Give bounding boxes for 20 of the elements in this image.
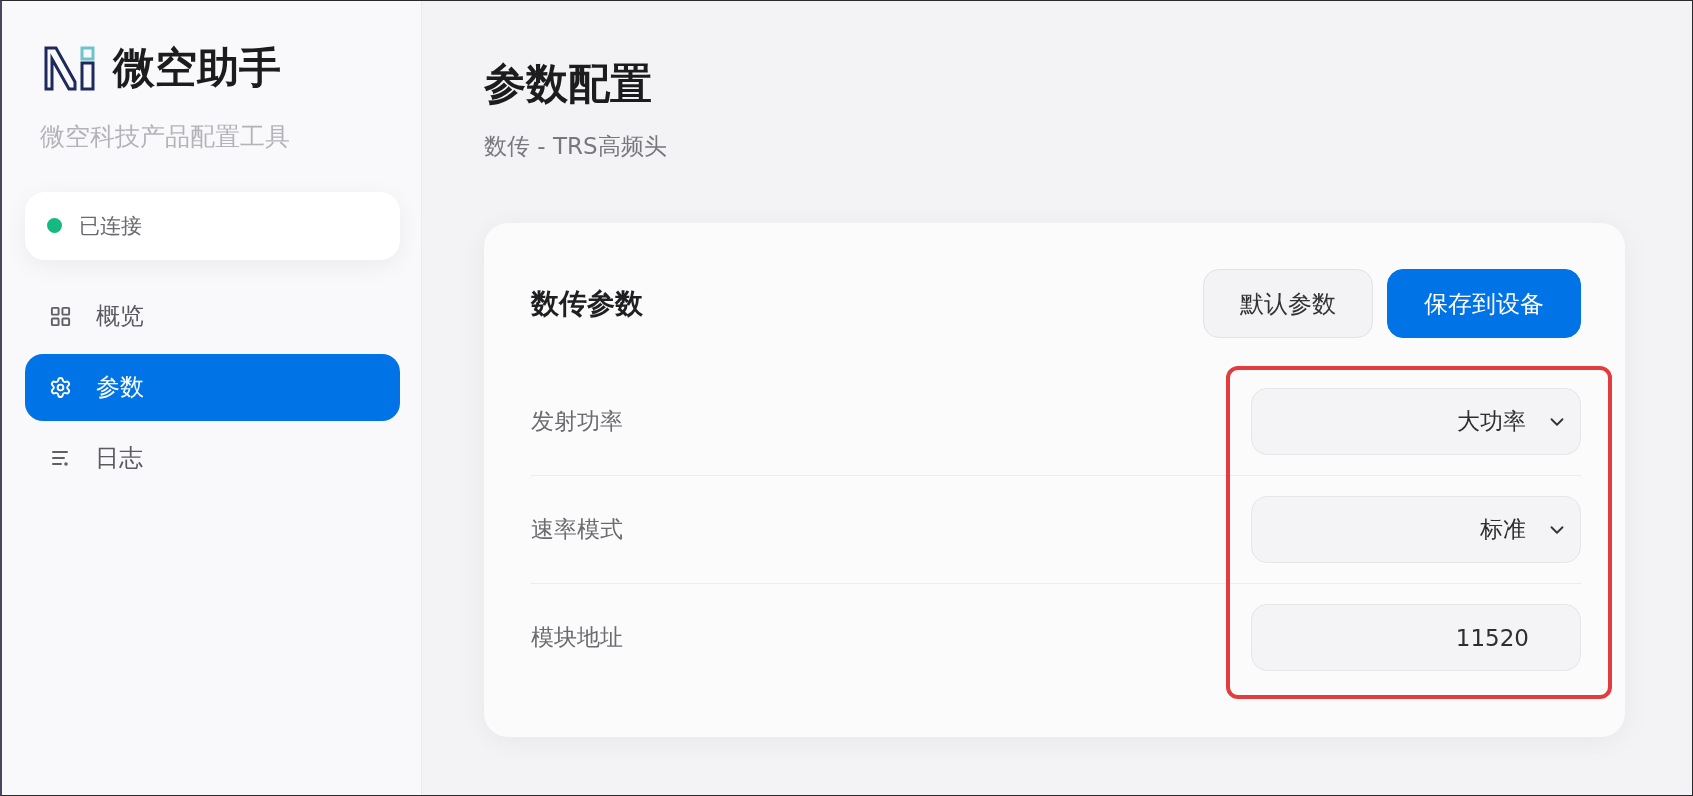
nav-item[interactable]: 概览 — [25, 282, 400, 350]
field-label: 速率模式 — [531, 515, 623, 545]
nav-item[interactable]: 参数 — [25, 353, 400, 421]
input-field[interactable]: 11520 — [1251, 604, 1581, 672]
save-button[interactable]: 保存到设备 — [1387, 269, 1581, 339]
app-subtitle: 微空科技产品配置工具 — [39, 121, 291, 154]
card-title: 数传参数 — [531, 285, 643, 322]
field-label: 模块地址 — [531, 623, 623, 653]
field-label: 发射功率 — [531, 407, 623, 437]
nav-item[interactable]: 日志 — [25, 424, 400, 492]
logo-icon — [44, 45, 95, 91]
default-button[interactable]: 默认参数 — [1203, 269, 1373, 339]
settings-icon — [49, 375, 72, 399]
page-title: 参数配置 — [484, 58, 653, 110]
select-field[interactable]: 大功率 — [1251, 388, 1581, 456]
grid-icon — [49, 304, 72, 328]
page-subtitle: 数传 - TRS高频头 — [484, 131, 668, 161]
status-text: 已连接 — [79, 212, 142, 240]
app-name: 微空助手 — [113, 45, 281, 92]
select-field[interactable]: 标准 — [1251, 496, 1581, 564]
